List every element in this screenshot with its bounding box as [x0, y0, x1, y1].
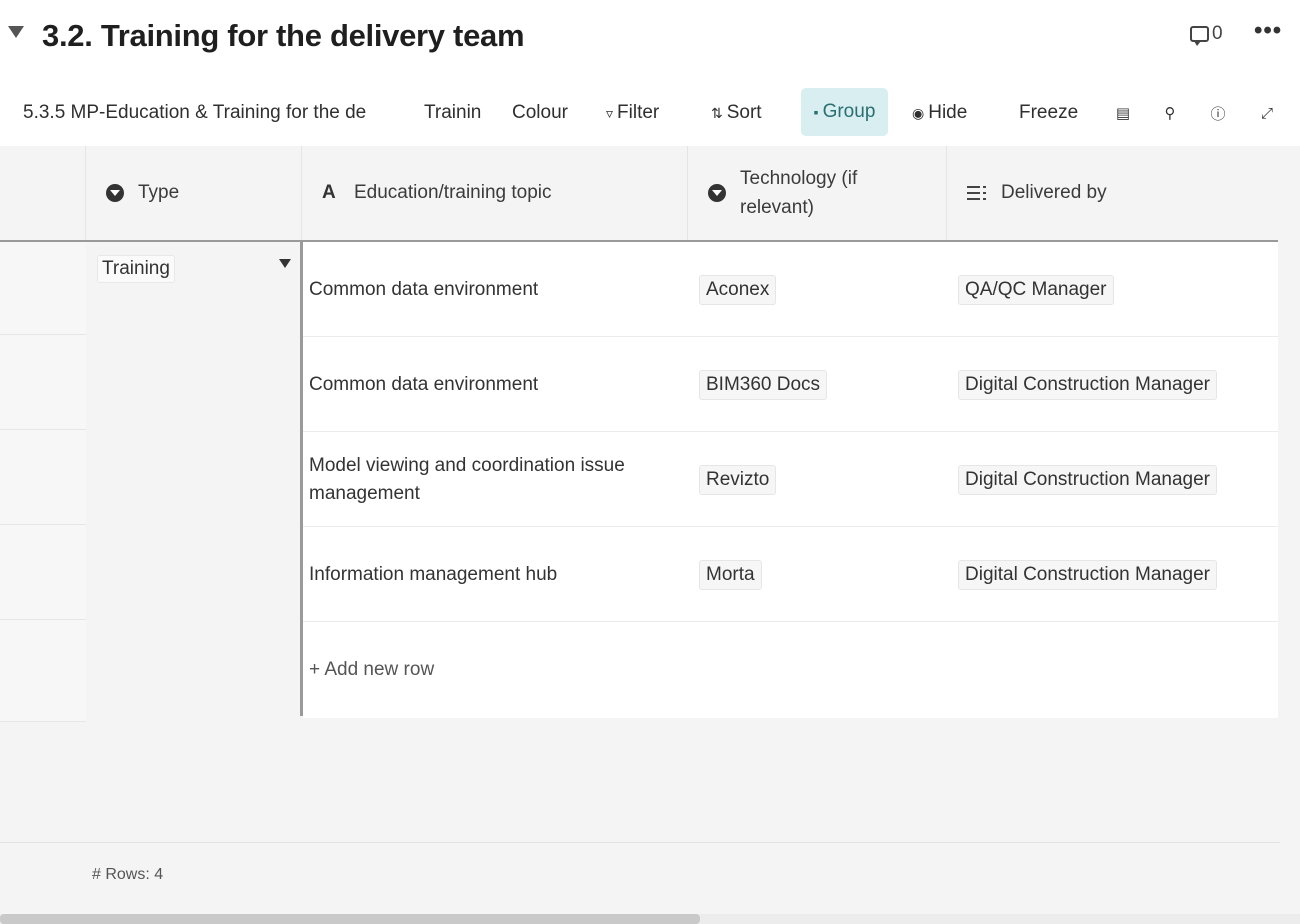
hide-label: Hide [928, 102, 968, 123]
column-header-technology[interactable]: Technology (if relevant) [688, 146, 947, 240]
group-value-chip: Training [97, 255, 175, 283]
column-title-delivered-by: Delivered by [1001, 182, 1107, 203]
column-title-topic: Education/training topic [354, 182, 552, 203]
column-title-type: Type [138, 182, 180, 203]
group-label: Group [822, 101, 876, 122]
table-row[interactable]: Common data environment Aconex QA/QC Man… [303, 242, 1278, 337]
table-body: Common data environment Aconex QA/QC Man… [303, 242, 1278, 718]
table-row[interactable]: Common data environment BIM360 Docs Digi… [303, 337, 1278, 432]
filter-button[interactable]: ▿ Filter [606, 88, 659, 138]
technology-chip: Revizto [699, 464, 777, 495]
technology-cell[interactable]: Morta [699, 527, 762, 622]
column-header-type[interactable]: Type [86, 146, 302, 240]
column-header-delivered-by[interactable]: Delivered by [947, 146, 1278, 240]
delivered-by-chip: QA/QC Manager [958, 274, 1114, 305]
footer-divider [0, 842, 1280, 843]
gutter-divider [0, 429, 86, 430]
technology-cell[interactable]: Revizto [699, 432, 777, 527]
gutter-divider [0, 721, 86, 722]
row-height-icon[interactable]: ▤ [1113, 88, 1133, 138]
topic-cell[interactable]: Common data environment [309, 242, 689, 337]
filter-icon: ▿ [606, 104, 614, 121]
row-gutter [0, 242, 86, 722]
delivered-by-cell[interactable]: Digital Construction Manager [958, 432, 1218, 527]
technology-chip: Aconex [699, 274, 777, 305]
more-options-icon[interactable]: ••• [1254, 17, 1282, 45]
collapse-triangle-icon[interactable] [8, 26, 24, 38]
view-name-button[interactable]: Trainin [424, 88, 481, 138]
row-count: # Rows: 4 [92, 866, 164, 883]
info-icon[interactable]: ⓘ [1208, 88, 1228, 138]
single-select-icon [708, 184, 726, 202]
table-row[interactable]: Model viewing and coordination issue man… [303, 432, 1278, 527]
delivered-by-chip: Digital Construction Manager [958, 464, 1218, 495]
gutter-divider [0, 619, 86, 620]
technology-chip: Morta [699, 559, 762, 590]
topic-cell[interactable]: Information management hub [309, 527, 689, 622]
section-header: 3.2. Training for the delivery team 0 ••… [0, 0, 1300, 78]
column-title-technology-line2: relevant) [740, 197, 814, 218]
column-header-topic[interactable]: A Education/training topic [302, 146, 688, 240]
gutter-divider [0, 524, 86, 525]
sort-label: Sort [726, 102, 762, 123]
expand-icon[interactable]: ⤢ [1257, 88, 1277, 138]
group-button[interactable]: ▪ Group [801, 88, 888, 136]
colour-button[interactable]: Colour [512, 88, 568, 138]
delivered-by-chip: Digital Construction Manager [958, 369, 1218, 400]
horizontal-scrollbar-thumb[interactable] [0, 914, 700, 924]
comment-count: 0 [1212, 23, 1223, 44]
group-collapse-icon[interactable] [279, 259, 291, 268]
delivered-by-cell[interactable]: QA/QC Manager [958, 242, 1114, 337]
hide-button[interactable]: ◉ Hide [912, 88, 967, 138]
topic-cell[interactable]: Common data environment [309, 337, 689, 432]
add-new-row-button[interactable]: + Add new row [303, 622, 1278, 718]
topic-cell[interactable]: Model viewing and coordination issue man… [309, 432, 689, 527]
column-title-technology-line1: Technology (if [740, 168, 858, 189]
sort-icon: ⇅ [711, 104, 723, 121]
technology-chip: BIM360 Docs [699, 369, 828, 400]
group-cell[interactable]: Training [86, 242, 302, 716]
view-toolbar: 5.3.5 MP-Education & Training for the de… [0, 88, 1300, 138]
row-number-header [0, 146, 86, 240]
section-title: 3.2. Training for the delivery team [42, 18, 525, 53]
gutter-divider [0, 334, 86, 335]
text-field-icon: A [322, 182, 336, 203]
filter-label: Filter [617, 102, 660, 123]
freeze-button[interactable]: Freeze [1019, 88, 1078, 138]
single-select-icon [106, 184, 124, 202]
comment-icon [1190, 26, 1209, 46]
delivered-by-cell[interactable]: Digital Construction Manager [958, 527, 1218, 622]
table-name-button[interactable]: 5.3.5 MP-Education & Training for the de [23, 88, 401, 138]
sort-button[interactable]: ⇅ Sort [711, 88, 762, 138]
delivered-by-cell[interactable]: Digital Construction Manager [958, 337, 1218, 432]
eye-icon: ◉ [912, 104, 925, 121]
search-icon[interactable]: ⚲ [1160, 88, 1180, 138]
delivered-by-chip: Digital Construction Manager [958, 559, 1218, 590]
group-icon: ▪ [813, 104, 819, 120]
table-row[interactable]: Information management hub Morta Digital… [303, 527, 1278, 622]
multi-select-icon [967, 185, 987, 201]
technology-cell[interactable]: Aconex [699, 242, 777, 337]
column-title-technology: Technology (if relevant) [740, 164, 857, 222]
technology-cell[interactable]: BIM360 Docs [699, 337, 828, 432]
comments-button[interactable]: 0 [1190, 23, 1223, 46]
